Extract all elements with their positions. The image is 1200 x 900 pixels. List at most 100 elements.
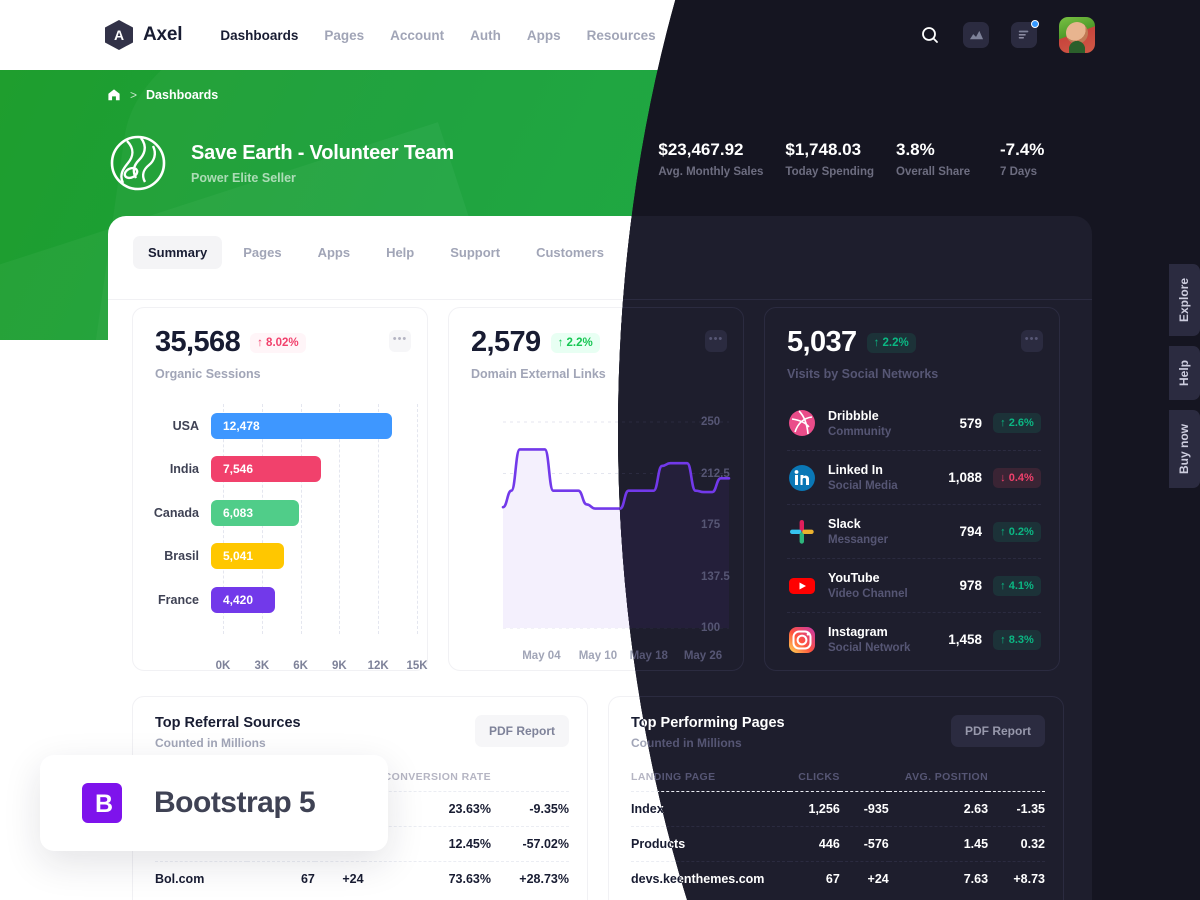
organic-sessions-delta-badge: ↑ 8.02% [250, 332, 306, 353]
page-clicks: 67 [790, 861, 840, 896]
nav-link-apps[interactable]: Apps [527, 28, 561, 43]
nav-link-auth[interactable]: Auth [470, 28, 501, 43]
app-screenshot: A Axel Dashboards Pages Account Auth Apps Res… [0, 0, 1200, 900]
breadcrumb-current[interactable]: Dashboards [146, 88, 218, 102]
sidetab-buy-now[interactable]: Buy now [1169, 410, 1200, 489]
social-role: Social Media [828, 480, 898, 492]
bar-value-label: 7,546 [223, 462, 254, 477]
social-name: Slack [828, 517, 861, 531]
tab-apps[interactable]: Apps [303, 236, 366, 269]
svg-text:B: B [95, 790, 113, 818]
social-visits-kpi: 5,037 [787, 326, 857, 358]
line-y-tick: 175 [701, 519, 721, 531]
bar-row: Canada 6,083 [133, 491, 429, 535]
youtube-icon [787, 571, 817, 601]
list-item[interactable]: Dribbble Community 579 ↑ 2.6% [787, 396, 1041, 450]
page-clicks-delta: +24 [839, 861, 889, 896]
table-row[interactable]: devs.keenthemes.com 67 +24 7.63 +8.73 [631, 861, 1045, 896]
bootstrap-promo-label: Bootstrap 5 [154, 786, 316, 819]
slack-icon [787, 517, 817, 547]
panel-tabs: SummaryPagesAppsHelpSupportCustomers [133, 236, 619, 269]
hero-stat-label: Overall Share [896, 166, 971, 178]
page-position: 1.45 [888, 826, 989, 862]
list-item[interactable]: Instagram Social Network 1,458 ↑ 8.3% [787, 612, 1041, 666]
line-y-tick: 212.5 [701, 467, 730, 480]
pages-pdf-report-button[interactable]: PDF Report [951, 715, 1045, 747]
bar-category-label: India [169, 462, 199, 477]
bar-row: India 7,546 [133, 448, 429, 492]
notification-badge [1031, 20, 1039, 28]
organic-sessions-more-options-icon[interactable]: ••• [389, 330, 411, 352]
referral-pdf-report-button[interactable]: PDF Report [475, 715, 569, 747]
table-row[interactable]: Bol.com 67 +24 73.63% +28.73% [155, 861, 569, 896]
bar-row: France 4,420 [133, 578, 429, 622]
sidetab-help[interactable]: Help [1169, 346, 1200, 401]
tab-support[interactable]: Support [435, 236, 515, 269]
table-row[interactable]: Products 446 -576 1.45 0.32 [631, 826, 1045, 862]
social-visits-more-options-icon[interactable]: ••• [1021, 330, 1043, 352]
list-item[interactable]: YouTube Video Channel 978 ↑ 4.1% [787, 558, 1041, 612]
bar-category-label: France [158, 592, 199, 607]
nav-link-dashboards[interactable]: Dashboards [220, 28, 298, 43]
domain-links-more-options-icon[interactable]: ••• [705, 330, 727, 352]
tab-summary[interactable]: Summary [133, 236, 223, 269]
bar-category-label: USA [172, 418, 199, 433]
social-delta-badge: ↑ 8.3% [993, 629, 1041, 650]
instagram-icon [787, 625, 817, 655]
referral-rate-delta: -9.35% [490, 791, 569, 827]
social-role: Video Channel [828, 588, 908, 600]
bar[interactable]: 12,478 [211, 412, 393, 439]
page-clicks: 1,256 [790, 791, 840, 827]
pages-col-header: AVG. POSITION [904, 771, 989, 783]
nav-link-pages[interactable]: Pages [324, 28, 364, 43]
bar[interactable]: 7,546 [211, 456, 321, 483]
nav-link-resources[interactable]: Resources [587, 28, 656, 43]
organic-sessions-bar-chart: USA 12,478 India 7,546 Canada 6,083 Bras… [133, 404, 429, 672]
social-value: 978 [959, 578, 982, 593]
sidetab-explore[interactable]: Explore [1169, 264, 1200, 337]
referral-sessions: 67 [247, 861, 315, 896]
bar-row: Brasil 5,041 [133, 535, 429, 579]
list-item[interactable]: Linked In Social Media 1,088 ↓ 0.4% [787, 450, 1041, 504]
bar[interactable]: 5,041 [211, 543, 285, 570]
bar[interactable]: 6,083 [211, 499, 300, 526]
social-delta-badge: ↓ 0.4% [993, 467, 1041, 488]
tab-customers[interactable]: Customers [521, 236, 619, 269]
tab-help[interactable]: Help [371, 236, 429, 269]
pages-table: LANDING PAGECLICKSAVG. POSITION Index 1,… [631, 763, 1045, 896]
activity-icon[interactable] [963, 22, 989, 48]
social-delta-badge: ↑ 4.1% [993, 575, 1041, 596]
hero-stat: 3.8% Overall Share [896, 140, 1000, 178]
hero-stat-value: 3.8% [896, 140, 935, 159]
brand[interactable]: A Axel [105, 20, 183, 50]
organic-sessions-subtitle: Organic Sessions [155, 367, 261, 381]
hero-stat-value: $1,748.03 [785, 140, 862, 159]
line-y-tick: 250 [701, 416, 721, 428]
domain-links-kpi: 2,579 [471, 326, 541, 358]
social-delta-badge: ↑ 2.6% [993, 413, 1041, 433]
social-role: Messanger [828, 534, 889, 546]
bar[interactable]: 4,420 [211, 586, 276, 613]
card-social-visits: 5,037 ↑ 2.2% Visits by Social Networks •… [764, 307, 1060, 671]
bootstrap-promo-card[interactable]: B Bootstrap 5 [40, 755, 388, 851]
bar-category-label: Canada [153, 505, 199, 520]
social-name: Instagram [828, 625, 888, 639]
line-y-tick: 100 [701, 622, 721, 634]
notifications-icon[interactable] [1011, 20, 1039, 48]
nav-link-account[interactable]: Account [390, 28, 444, 43]
tab-pages[interactable]: Pages [228, 236, 296, 269]
home-icon[interactable] [107, 88, 121, 102]
breadcrumb: > Dashboards [107, 88, 218, 102]
nav-links: Dashboards Pages Account Auth Apps Resources [220, 28, 655, 43]
search-icon[interactable] [919, 24, 941, 46]
line-x-tick: May 10 [578, 650, 618, 662]
table-row[interactable]: Index 1,256 -935 2.63 -1.35 [631, 791, 1045, 827]
bar-x-tick: 0K [215, 660, 231, 672]
linkedin-icon [787, 463, 817, 493]
line-x-tick: May 18 [629, 650, 668, 662]
bar-x-tick: 9K [332, 660, 347, 672]
organic-sessions-header: 35,568 ↑ 8.02% Organic Sessions [155, 328, 409, 381]
social-delta-badge: ↑ 0.2% [993, 521, 1041, 542]
bar-x-tick: 15K [406, 660, 428, 672]
list-item[interactable]: Slack Messanger 794 ↑ 0.2% [787, 504, 1041, 558]
